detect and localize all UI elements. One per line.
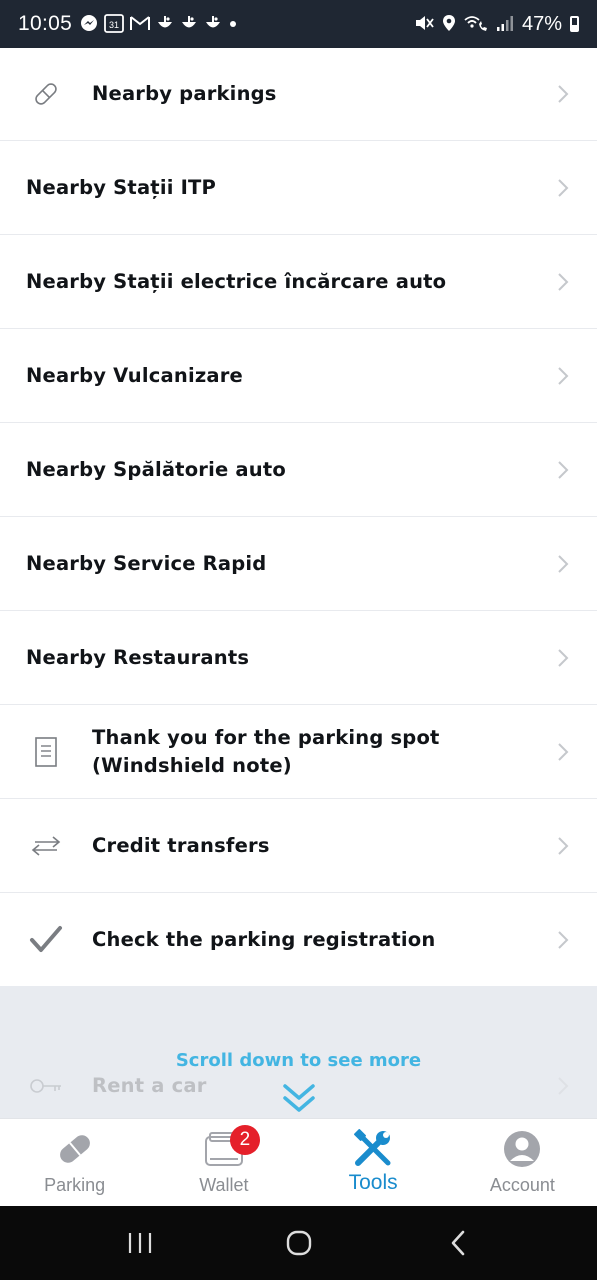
list-item-nearby-vulcanizare[interactable]: Nearby Vulcanizare bbox=[0, 329, 597, 423]
chevron-right-icon bbox=[555, 1075, 571, 1097]
tab-label: Wallet bbox=[199, 1175, 249, 1195]
app-icon bbox=[156, 15, 174, 34]
list-item-label: Rent a car bbox=[92, 1074, 207, 1097]
wallet-icon: 2 bbox=[202, 1125, 260, 1169]
back-icon[interactable] bbox=[438, 1223, 478, 1263]
battery-icon bbox=[570, 16, 579, 32]
parking-pill-icon bbox=[26, 74, 66, 114]
tab-parking[interactable]: Parking bbox=[0, 1119, 149, 1206]
list-item-label: Nearby Restaurants bbox=[26, 645, 250, 669]
scroll-hint-text[interactable]: Scroll down to see more bbox=[0, 1050, 597, 1071]
list-item-label: Credit transfers bbox=[92, 833, 270, 857]
chevron-right-icon bbox=[555, 647, 571, 669]
checkmark-icon bbox=[26, 920, 66, 960]
tab-account[interactable]: Account bbox=[448, 1119, 597, 1206]
chevron-right-icon bbox=[555, 459, 571, 481]
list-item-nearby-statii-itp[interactable]: Nearby Stații ITP bbox=[0, 141, 597, 235]
key-icon bbox=[26, 1066, 66, 1106]
chevron-right-icon bbox=[555, 929, 571, 951]
svg-text:31: 31 bbox=[109, 20, 119, 30]
chevron-right-icon bbox=[555, 271, 571, 293]
list-item-nearby-service-rapid[interactable]: Nearby Service Rapid bbox=[0, 517, 597, 611]
list-item-label: Nearby Stații ITP bbox=[26, 175, 217, 199]
calendar-icon: 31 bbox=[104, 13, 124, 36]
messenger-icon bbox=[80, 14, 98, 35]
tab-label: Account bbox=[489, 1175, 555, 1195]
list-item-label: Check the parking registration bbox=[92, 928, 436, 951]
double-chevron-down-icon[interactable] bbox=[282, 1082, 316, 1118]
status-time: 10:05 bbox=[18, 12, 73, 35]
mute-icon bbox=[414, 14, 434, 35]
list-item-nearby-restaurants[interactable]: Nearby Restaurants bbox=[0, 611, 597, 705]
notification-icons: 31 bbox=[80, 13, 238, 36]
document-icon bbox=[26, 732, 66, 772]
status-bar: 10:05 31 47% bbox=[0, 0, 597, 48]
list-item-check-parking-registration[interactable]: Check the parking registration bbox=[0, 893, 597, 987]
list-item-nearby-statii-electrice[interactable]: Nearby Stații electrice încărcare auto bbox=[0, 235, 597, 329]
home-icon[interactable] bbox=[279, 1223, 319, 1263]
list-item-nearby-parkings[interactable]: Nearby parkings bbox=[0, 48, 597, 141]
bottom-nav: Parking 2 Wallet Tools Account bbox=[0, 1118, 597, 1206]
dot-icon bbox=[228, 17, 238, 32]
chevron-right-icon bbox=[555, 365, 571, 387]
list-item-windshield-note[interactable]: Thank you for the parking spot (Windshie… bbox=[0, 705, 597, 799]
system-navigation-bar bbox=[0, 1206, 597, 1280]
tab-tools[interactable]: Tools bbox=[299, 1119, 448, 1206]
list-item-label: Nearby Stații electrice încărcare auto bbox=[26, 269, 447, 293]
list-item-nearby-spalatorie-auto[interactable]: Nearby Spălătorie auto bbox=[0, 423, 597, 517]
app-icon bbox=[204, 15, 222, 34]
list-item-credit-transfers[interactable]: Credit transfers bbox=[0, 799, 597, 893]
chevron-right-icon bbox=[555, 741, 571, 763]
list-item-label: Nearby Spălătorie auto bbox=[26, 457, 286, 481]
location-icon bbox=[442, 14, 456, 35]
tab-label: Tools bbox=[348, 1171, 398, 1194]
app-icon bbox=[180, 15, 198, 34]
chevron-right-icon bbox=[555, 835, 571, 857]
notification-badge: 2 bbox=[229, 1125, 260, 1155]
tools-list: Nearby parkings Nearby Stații ITP Nearby… bbox=[0, 48, 597, 986]
tab-wallet[interactable]: 2 Wallet bbox=[149, 1119, 298, 1206]
chevron-right-icon bbox=[555, 83, 571, 105]
tab-label: Parking bbox=[44, 1175, 106, 1195]
parking-pill-icon bbox=[53, 1129, 97, 1169]
list-item-label: Nearby Service Rapid bbox=[26, 551, 267, 575]
battery-percent: 47% bbox=[521, 12, 562, 35]
chevron-right-icon bbox=[555, 553, 571, 575]
wifi-call-icon bbox=[464, 14, 488, 35]
signal-icon bbox=[496, 14, 514, 35]
list-item-label: Nearby parkings bbox=[92, 82, 277, 105]
chevron-right-icon bbox=[555, 177, 571, 199]
tools-icon bbox=[351, 1129, 395, 1169]
recent-apps-icon[interactable] bbox=[120, 1223, 160, 1263]
transfer-arrows-icon bbox=[26, 826, 66, 866]
gmail-icon bbox=[130, 15, 151, 34]
scroll-hint-area: Rent a car Scroll down to see more bbox=[0, 986, 597, 1118]
list-item-label: Thank you for the parking spot (Windshie… bbox=[92, 725, 440, 777]
list-item-label: Nearby Vulcanizare bbox=[26, 363, 243, 387]
account-icon bbox=[500, 1129, 544, 1169]
system-status: 47% bbox=[414, 13, 579, 36]
